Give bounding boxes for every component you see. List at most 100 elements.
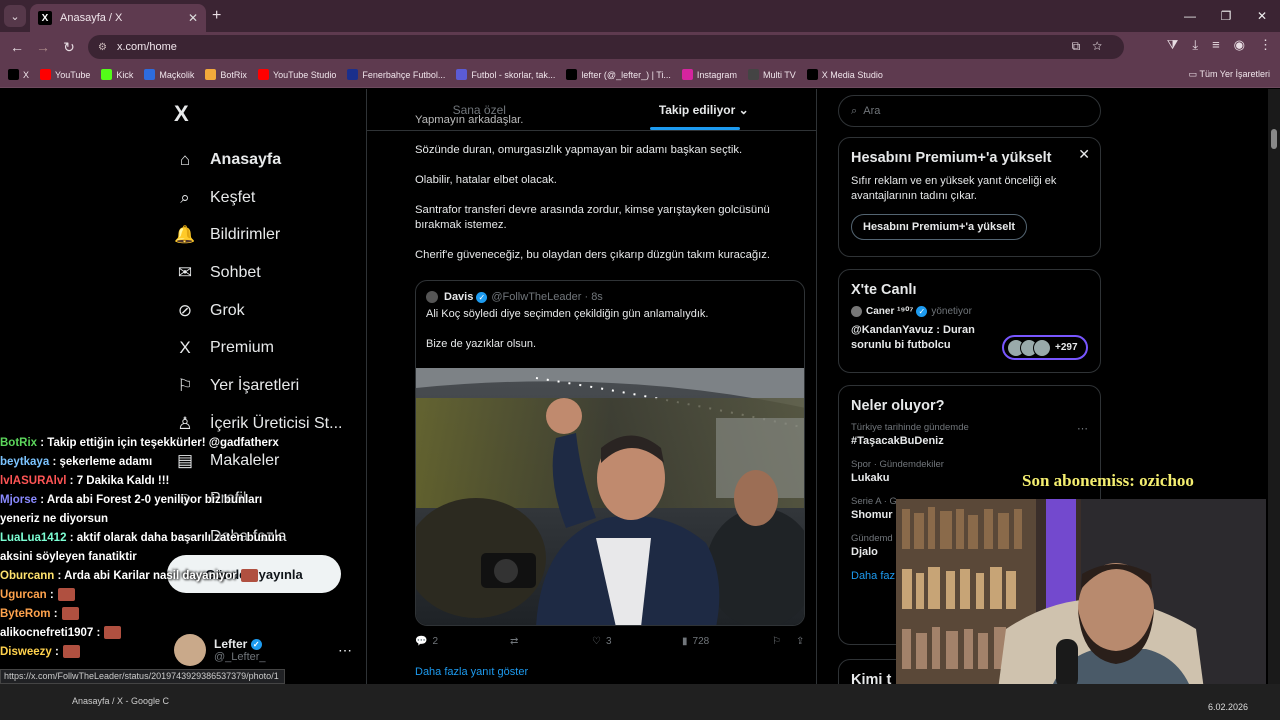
taskbar: Anasayfa / X - Google C 6.02.2026 <box>0 684 1280 720</box>
space-host[interactable]: Caner ¹⁹⁰⁷ ✓ yönetiyor <box>851 306 1088 317</box>
reply-button[interactable]: 💬 2 <box>415 636 510 647</box>
search-input[interactable]: ⌕ Ara <box>838 95 1101 127</box>
bookmark-item[interactable]: YouTube Studio <box>257 69 336 80</box>
sidebar-item-7[interactable]: ⚐ Yer İşaretleri <box>174 367 342 405</box>
sidebar-item-3[interactable]: 🔔 Bildirimler <box>174 216 342 254</box>
x-logo-icon[interactable]: X <box>174 101 189 127</box>
premium-text: Sıfır reklam ve en yüksek yanıt önceliği… <box>851 175 1057 202</box>
bookmark-item[interactable]: Maçkolik <box>144 69 194 80</box>
sidebar-item-label: Keşfet <box>210 188 256 206</box>
extensions-icon[interactable]: ⧩ <box>1167 37 1179 53</box>
tab-active[interactable]: X Anasayfa / X ✕ <box>30 4 206 32</box>
quoted-tweet[interactable]: Davis ✓ @FollwTheLeader · 8s Ali Koç söy… <box>415 280 805 626</box>
stream-chat-overlay: BotRix : Takip ettiğin için teşekkürler!… <box>0 434 290 662</box>
close-window-icon[interactable]: ✕ <box>1244 0 1280 32</box>
back-icon[interactable]: ← <box>4 39 30 55</box>
show-more-replies-link[interactable]: Daha fazla yanıt göster <box>415 666 528 678</box>
search-icon: ⌕ <box>851 104 858 117</box>
address-bar[interactable]: ⚙ x.com/home ⧉☆ <box>88 35 1124 59</box>
bookmark-item[interactable]: Fenerbahçe Futbol... <box>347 69 445 80</box>
chat-message: BotRix : Takip ettiğin için teşekkürler!… <box>0 434 290 453</box>
sidebar-item-5[interactable]: ⊘ Grok <box>174 292 342 330</box>
download-icon[interactable]: ⤓ <box>1192 37 1198 53</box>
quote-photo[interactable] <box>416 368 805 626</box>
forward-icon[interactable]: → <box>30 39 56 55</box>
quote-avatar <box>426 291 438 303</box>
like-button[interactable]: ♡ 3 <box>592 636 682 647</box>
host-name: Caner ¹⁹⁰⁷ <box>866 306 914 317</box>
avatar <box>1033 338 1051 357</box>
like-count: 3 <box>605 636 612 647</box>
premium-upgrade-button[interactable]: Hesabını Premium+'a yükselt <box>851 214 1028 240</box>
media-icon[interactable]: ≡ <box>1212 37 1220 53</box>
bookmark-item[interactable]: Kick <box>101 69 133 80</box>
scrollbar-thumb[interactable] <box>1271 129 1277 149</box>
bookmark-icon[interactable]: ⚐ <box>772 636 796 647</box>
tab-title: Anasayfa / X <box>60 12 123 24</box>
close-icon[interactable]: ✕ <box>1078 146 1090 163</box>
bookmark-item[interactable]: YouTube <box>40 69 90 80</box>
share-icon[interactable]: ⇪ <box>796 636 804 647</box>
sidebar-item-1[interactable]: ⌂ Anasayfa <box>174 141 342 179</box>
space-listeners[interactable]: +297 <box>1002 335 1088 360</box>
bookmark-icon: ⚐ <box>177 375 193 395</box>
close-tab-icon[interactable]: ✕ <box>188 11 198 25</box>
space-title[interactable]: @KandanYavuz : Duran sorunlu bi futbolcu <box>851 323 991 353</box>
reply-icon: 💬 <box>415 636 428 647</box>
restore-icon[interactable]: ❐ <box>1208 0 1244 32</box>
all-bookmarks-button[interactable]: ▭ Tüm Yer İşaretleri <box>1189 69 1270 80</box>
emote-icon <box>240 569 258 583</box>
trend-context: Türkiye tarihinde gündemde <box>851 422 969 433</box>
bookmark-item[interactable]: Instagram <box>681 69 737 80</box>
bookmark-label: BotRix <box>220 69 247 80</box>
feed-column: Sana özel Takip ediliyor ⌄ Yapmayın arka… <box>366 89 817 684</box>
bookmark-label: X <box>23 69 30 80</box>
verified-icon: ✓ <box>916 306 928 317</box>
site-info-icon[interactable]: ⚙ <box>98 42 107 53</box>
chat-text: : Arda abi Forest 2-0 yeniliyor biz bunl… <box>0 494 263 525</box>
menu-icon[interactable]: ⋮ <box>1259 37 1272 53</box>
reload-icon[interactable]: ↻ <box>56 39 82 56</box>
sidebar-item-6[interactable]: X Premium <box>174 329 342 367</box>
more-dots-icon[interactable]: ⋯ <box>1077 422 1088 435</box>
premium-title: Hesabını Premium+'a yükselt <box>851 150 1052 166</box>
x-logo-icon: X <box>179 338 191 358</box>
view-count: 728 <box>692 636 710 647</box>
scrollbar[interactable] <box>1268 89 1280 684</box>
youtube-icon <box>40 69 52 80</box>
bookmark-item[interactable]: X <box>8 69 29 80</box>
chat-message: ByteRom : <box>0 605 290 624</box>
url-text: x.com/home <box>116 41 177 53</box>
new-tab-button[interactable]: + <box>212 7 221 25</box>
tab-search-button[interactable]: ⌄ <box>4 5 26 27</box>
bookmark-item[interactable]: lefter (@_lefter_) | Ti... <box>566 69 671 80</box>
bookmark-item[interactable]: Multi TV <box>747 69 796 80</box>
trend-item[interactable]: Türkiye tarihinde gündemde #TaşacakBuDeni… <box>851 422 1088 447</box>
bookmark-star-icon[interactable]: ⧉☆ <box>1072 39 1114 54</box>
bookmark-item[interactable]: Futbol - skorlar, tak... <box>456 69 555 80</box>
tweet-line: Olabilir, hatalar elbet olacak. <box>415 174 557 186</box>
more-dots-icon[interactable]: ⋯ <box>338 642 352 659</box>
sidebar-item-label: Anasayfa <box>210 150 282 168</box>
sidebar-item-4[interactable]: ✉ Sohbet <box>174 254 342 292</box>
chat-text: : Arda abi Karilar nasil dayaniyor <box>57 570 237 582</box>
toolbar: ← → ↻ ⚙ x.com/home ⧉☆ <box>0 32 1280 62</box>
minimize-icon[interactable]: — <box>1172 0 1208 32</box>
bookmark-item[interactable]: X Media Studio <box>806 69 883 80</box>
x-favicon-icon: X <box>38 11 52 25</box>
chat-username: beytkaya <box>0 456 50 468</box>
sidebar-item-2[interactable]: ⌕ Keşfet <box>174 179 342 217</box>
chat-username: Mjorse <box>0 494 38 506</box>
taskbar-item[interactable]: Anasayfa / X - Google C <box>72 696 169 706</box>
tweet-text: Yapmayın arkadaşlar. Sözünde duran, omurg… <box>415 114 810 278</box>
repost-button[interactable]: ⇄ <box>510 636 592 647</box>
chat-message: Ugurcan : <box>0 586 290 605</box>
bookmark-label: Multi TV <box>762 69 796 80</box>
multitv-icon <box>747 69 759 80</box>
chat-message: lvlASURAlvl : 7 Dakika Kaldı !!! <box>0 472 290 491</box>
views-button[interactable]: ▮ 728 <box>682 636 772 647</box>
chat-message: beytkaya : şekerleme adamı <box>0 453 290 472</box>
profile-avatar-icon[interactable]: ◉ <box>1234 37 1245 53</box>
bookmark-item[interactable]: BotRix <box>205 69 247 80</box>
quote-line: Bize de yazıklar olsun. <box>426 338 537 350</box>
